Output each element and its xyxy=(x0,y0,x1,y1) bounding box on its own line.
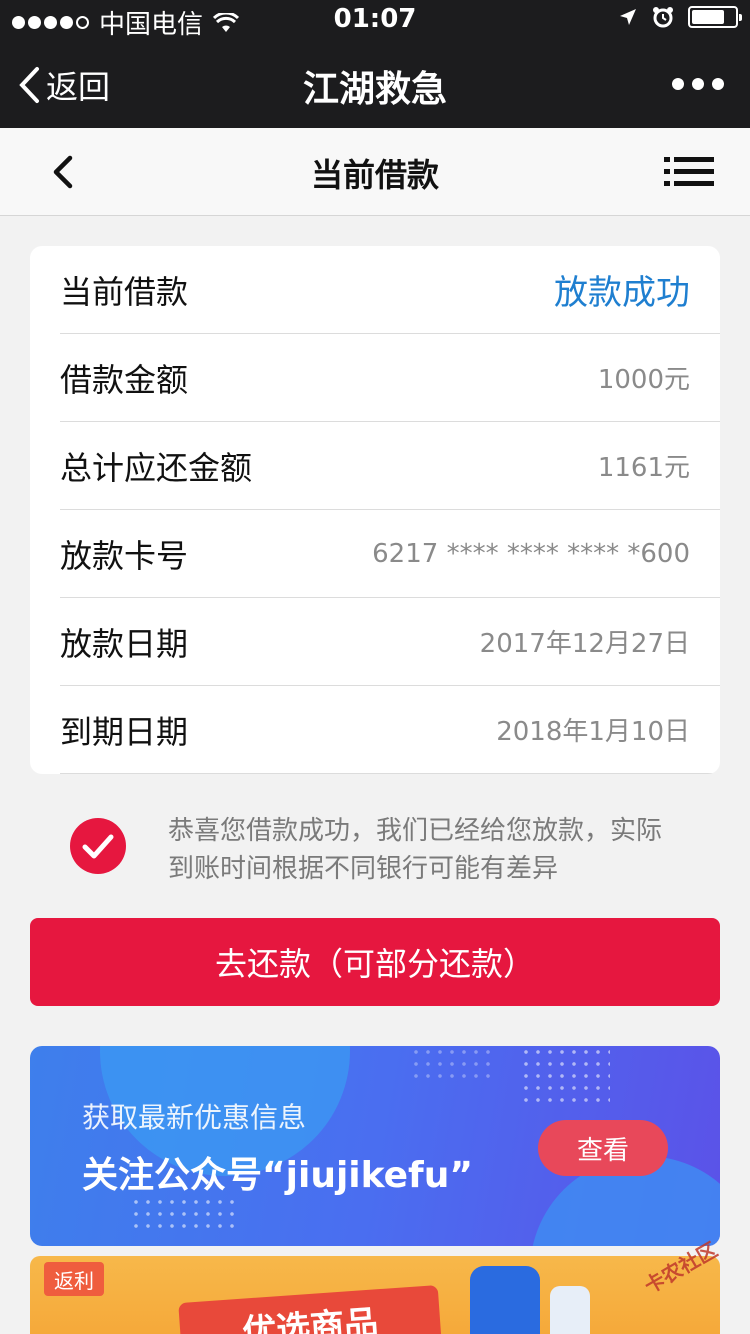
nav-title: 江湖救急 xyxy=(302,69,447,110)
view-button[interactable]: 查看 xyxy=(538,1120,668,1176)
notice-line-1: 恭喜您借款成功，我们已经给您放款，实际 xyxy=(168,816,663,846)
notice-text: 恭喜您借款成功，我们已经给您放款，实际 到账时间根据不同银行可能有差异 xyxy=(168,812,708,888)
row-label: 到期日期 xyxy=(60,712,189,751)
success-notice: 恭喜您借款成功，我们已经给您放款，实际 到账时间根据不同银行可能有差异 xyxy=(70,812,720,892)
status-right xyxy=(618,6,742,28)
banner-dot-pattern xyxy=(130,1196,240,1236)
list-menu-icon[interactable] xyxy=(664,156,714,188)
page-title: 当前借款 xyxy=(310,156,439,194)
total-due-value: 1161元 xyxy=(597,453,690,483)
location-icon xyxy=(620,9,636,25)
more-menu-button[interactable] xyxy=(672,78,724,90)
product-tag: 优选商品 xyxy=(178,1285,442,1334)
row-label: 总计应还金额 xyxy=(60,448,253,487)
page-header: 当前借款 xyxy=(0,128,750,216)
card-number-row: 放款卡号 6217 **** **** **** *600 xyxy=(60,510,720,598)
repay-button[interactable]: 去还款（可部分还款） xyxy=(30,918,720,1006)
more-dot xyxy=(692,78,704,90)
row-label: 放款日期 xyxy=(60,624,189,663)
notice-line-2: 到账时间根据不同银行可能有差异 xyxy=(168,854,559,884)
product-banner[interactable]: 返利 优选商品 xyxy=(30,1256,720,1334)
disbursement-date-row: 放款日期 2017年12月27日 xyxy=(60,598,720,686)
nav-bar: 返回 江湖救急 xyxy=(0,40,750,128)
banner-title: 关注公众号“jiujikefu” xyxy=(82,1155,473,1196)
card-number-value: 6217 **** **** **** *600 xyxy=(372,538,690,569)
due-date-row: 到期日期 2018年1月10日 xyxy=(60,686,720,774)
row-label: 当前借款 xyxy=(60,272,189,311)
row-label: 放款卡号 xyxy=(60,536,189,575)
more-dot xyxy=(672,78,684,90)
product-image xyxy=(470,1266,540,1334)
loan-status-row: 当前借款 放款成功 xyxy=(60,246,720,334)
status-bar: 中国电信 01:07 xyxy=(0,0,750,40)
banner-dot-pattern xyxy=(410,1046,490,1082)
banner-subtitle: 获取最新优惠信息 xyxy=(82,1101,307,1134)
banner-dot-pattern xyxy=(520,1046,610,1106)
promo-banner[interactable]: 获取最新优惠信息 关注公众号“jiujikefu” 查看 xyxy=(30,1046,720,1246)
loan-status-value: 放款成功 xyxy=(554,273,690,313)
more-dot xyxy=(712,78,724,90)
total-due-row: 总计应还金额 1161元 xyxy=(60,422,720,510)
battery-icon xyxy=(688,6,742,28)
alarm-icon xyxy=(653,7,673,28)
fanli-logo: 返利 xyxy=(44,1262,104,1296)
loan-amount-row: 借款金额 1000元 xyxy=(60,334,720,422)
due-date-value: 2018年1月10日 xyxy=(496,717,690,747)
loan-info-card: 当前借款 放款成功 借款金额 1000元 总计应还金额 1161元 放款卡号 6… xyxy=(30,246,720,774)
disbursement-date-value: 2017年12月27日 xyxy=(479,629,690,659)
check-circle-icon xyxy=(70,818,126,874)
product-image xyxy=(550,1286,590,1334)
loan-amount-value: 1000元 xyxy=(597,365,690,395)
row-label: 借款金额 xyxy=(60,360,189,399)
